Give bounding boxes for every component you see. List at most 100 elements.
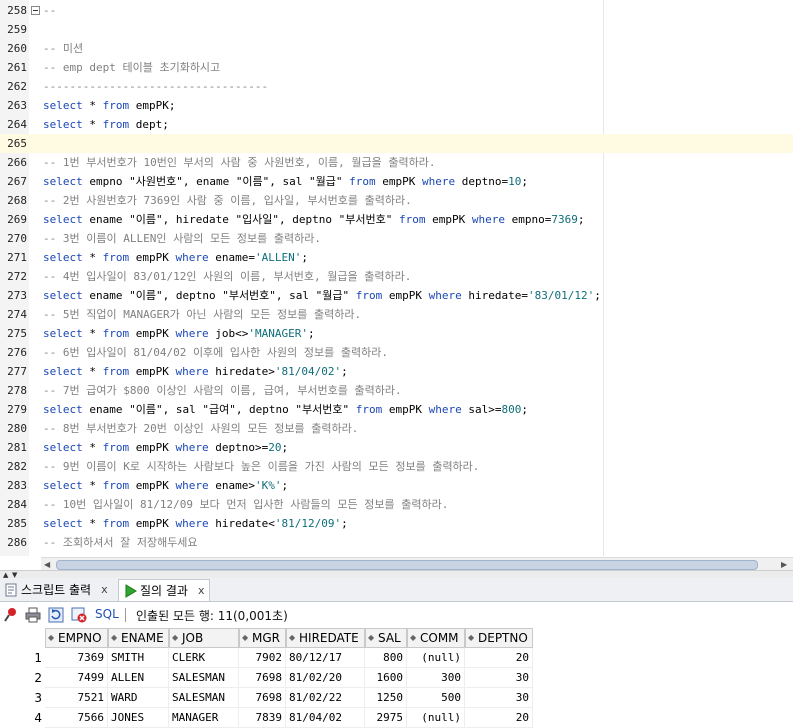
- code-line[interactable]: 275 select * from empPK where job<>'MANAG…: [0, 324, 793, 343]
- cell-ename[interactable]: JONES: [108, 708, 169, 728]
- column-header-ename[interactable]: ◆ ENAME: [108, 628, 169, 648]
- fold-toggle-icon[interactable]: [31, 6, 40, 15]
- cell-empno[interactable]: 7566: [45, 708, 108, 728]
- line-number: 276: [7, 346, 27, 359]
- code-token: *: [82, 365, 103, 378]
- cell-hiredate[interactable]: 81/02/20: [286, 668, 365, 688]
- code-line[interactable]: 259: [0, 20, 793, 39]
- cell-sal[interactable]: 1600: [365, 668, 407, 688]
- results-grid[interactable]: ◆ EMPNO ◆ ENAME ◆ JOB ◆ MGR ◆ HIREDATE ◆ SAL ◆…: [0, 628, 793, 728]
- code-token: -- 미션: [43, 42, 84, 55]
- code-line[interactable]: 279 select ename "이름", sal "급여", deptno "…: [0, 400, 793, 419]
- code-line[interactable]: 286 -- 조회하셔서 잘 저장해두세요: [0, 533, 793, 552]
- close-tab-icon[interactable]: x: [101, 583, 108, 596]
- scrollbar-thumb[interactable]: [56, 560, 758, 570]
- cell-empno[interactable]: 7369: [45, 648, 108, 668]
- close-tab-icon[interactable]: x: [198, 584, 205, 597]
- cell-ename[interactable]: SMITH: [108, 648, 169, 668]
- sql-editor[interactable]: 258 -- 259 260 -- 미션 261 -- emp dept 테이블 초기화하시…: [0, 0, 793, 556]
- code-line[interactable]: 258 --: [0, 1, 793, 20]
- tab-script-output[interactable]: 스크립트 출력 x: [0, 579, 112, 600]
- column-header-comm[interactable]: ◆ COMM: [407, 628, 465, 648]
- tab-query-result[interactable]: 질의 결과 x: [118, 579, 210, 601]
- code-line[interactable]: 265: [0, 134, 793, 153]
- code-token: empPK: [129, 441, 176, 454]
- cell-comm[interactable]: (null): [407, 648, 465, 668]
- cell-mgr[interactable]: 7839: [239, 708, 286, 728]
- code-line[interactable]: 270 -- 3번 이름이 ALLEN인 사람의 모든 정보를 출력하라.: [0, 229, 793, 248]
- code-line[interactable]: 264 select * from dept;: [0, 115, 793, 134]
- code-line[interactable]: 274 -- 5번 직업이 MANAGER가 아닌 사람의 모든 정보를 출력하라…: [0, 305, 793, 324]
- column-header-mgr[interactable]: ◆ MGR: [239, 628, 286, 648]
- cell-empno[interactable]: 7499: [45, 668, 108, 688]
- cell-hiredate[interactable]: 80/12/17: [286, 648, 365, 668]
- column-header-sal[interactable]: ◆ SAL: [365, 628, 407, 648]
- cell-job[interactable]: SALESMAN: [169, 668, 239, 688]
- cell-mgr[interactable]: 7698: [239, 668, 286, 688]
- cell-job[interactable]: SALESMAN: [169, 688, 239, 708]
- cell-ename[interactable]: ALLEN: [108, 668, 169, 688]
- code-line[interactable]: 260 -- 미션: [0, 39, 793, 58]
- code-token: *: [82, 99, 103, 112]
- code-line[interactable]: 266 -- 1번 부서번호가 10번인 부서의 사람 중 사원번호, 이름, 월…: [0, 153, 793, 172]
- code-line[interactable]: 276 -- 6번 입사일이 81/04/02 이후에 입사한 사원의 정보를 출…: [0, 343, 793, 362]
- cancel-query-icon[interactable]: [71, 607, 87, 623]
- column-header-job[interactable]: ◆ JOB: [169, 628, 239, 648]
- code-token: where: [422, 175, 456, 188]
- refresh-query-icon[interactable]: [48, 607, 64, 623]
- editor-horizontal-scrollbar[interactable]: ◀ ▶: [41, 557, 793, 571]
- print-icon[interactable]: [25, 607, 41, 623]
- code-line[interactable]: 261 -- emp dept 테이블 초기화하시고: [0, 58, 793, 77]
- code-line[interactable]: 285 select * from empPK where hiredate<'8…: [0, 514, 793, 533]
- code-line[interactable]: 267 select empno "사원번호", ename "이름", sal …: [0, 172, 793, 191]
- code-line[interactable]: 262 ----------------------------------: [0, 77, 793, 96]
- toolbar-separator: [125, 608, 126, 622]
- cell-empno[interactable]: 7521: [45, 688, 108, 708]
- code-line[interactable]: 282 -- 9번 이름이 K로 시작하는 사람보다 높은 이름을 가진 사람의 …: [0, 457, 793, 476]
- code-token: 800: [501, 403, 522, 416]
- cell-job[interactable]: MANAGER: [169, 708, 239, 728]
- code-token: -- 2번 사원번호가 7369인 사람 중 이름, 입사일, 부서번호를 출력…: [43, 194, 412, 207]
- code-line[interactable]: 268 -- 2번 사원번호가 7369인 사람 중 이름, 입사일, 부서번호를…: [0, 191, 793, 210]
- cell-job[interactable]: CLERK: [169, 648, 239, 668]
- cell-mgr[interactable]: 7902: [239, 648, 286, 668]
- cell-comm[interactable]: 500: [407, 688, 465, 708]
- cell-sal[interactable]: 1250: [365, 688, 407, 708]
- cell-deptno[interactable]: 30: [465, 688, 533, 708]
- sql-button[interactable]: SQL: [95, 607, 119, 621]
- code-line[interactable]: 272 -- 4번 입사일이 83/01/12인 사원의 이름, 부서번호, 월급…: [0, 267, 793, 286]
- code-line[interactable]: 280 -- 8번 부서번호가 20번 이상인 사원의 모든 정보를 출력하라.: [0, 419, 793, 438]
- sort-icon: ◆: [172, 633, 179, 642]
- code-line[interactable]: 281 select * from empPK where deptno>=20;: [0, 438, 793, 457]
- code-text: select * from dept;: [43, 115, 169, 134]
- cell-ename[interactable]: WARD: [108, 688, 169, 708]
- code-line[interactable]: 283 select * from empPK where ename>'K%';: [0, 476, 793, 495]
- sort-icon: ◆: [368, 633, 375, 642]
- code-line[interactable]: 269 select ename "이름", hiredate "입사일", de…: [0, 210, 793, 229]
- code-text: ----------------------------------: [43, 77, 268, 96]
- cell-sal[interactable]: 800: [365, 648, 407, 668]
- code-line[interactable]: 278 -- 7번 급여가 $800 이상인 사람의 이름, 급여, 부서번호를 …: [0, 381, 793, 400]
- code-token: select: [43, 365, 83, 378]
- code-line[interactable]: 271 select * from empPK where ename='ALLE…: [0, 248, 793, 267]
- code-line[interactable]: 284 -- 10번 입사일이 81/12/09 보다 먼저 입사한 사람들의 모…: [0, 495, 793, 514]
- cell-hiredate[interactable]: 81/02/22: [286, 688, 365, 708]
- scroll-left-icon[interactable]: ◀: [44, 560, 50, 569]
- code-line[interactable]: 263 select * from empPK;: [0, 96, 793, 115]
- cell-comm[interactable]: (null): [407, 708, 465, 728]
- cell-deptno[interactable]: 20: [465, 648, 533, 668]
- line-number: 279: [7, 403, 27, 416]
- code-line[interactable]: 273 select ename "이름", deptno "부서번호", sal…: [0, 286, 793, 305]
- pin-icon[interactable]: [3, 607, 19, 623]
- cell-hiredate[interactable]: 81/04/02: [286, 708, 365, 728]
- scroll-right-icon[interactable]: ▶: [781, 560, 787, 569]
- column-header-hiredate[interactable]: ◆ HIREDATE: [286, 628, 365, 648]
- cell-mgr[interactable]: 7698: [239, 688, 286, 708]
- cell-deptno[interactable]: 20: [465, 708, 533, 728]
- column-header-empno[interactable]: ◆ EMPNO: [45, 628, 108, 648]
- code-line[interactable]: 277 select * from empPK where hiredate>'8…: [0, 362, 793, 381]
- cell-comm[interactable]: 300: [407, 668, 465, 688]
- cell-sal[interactable]: 2975: [365, 708, 407, 728]
- column-header-deptno[interactable]: ◆ DEPTNO: [465, 628, 533, 648]
- cell-deptno[interactable]: 30: [465, 668, 533, 688]
